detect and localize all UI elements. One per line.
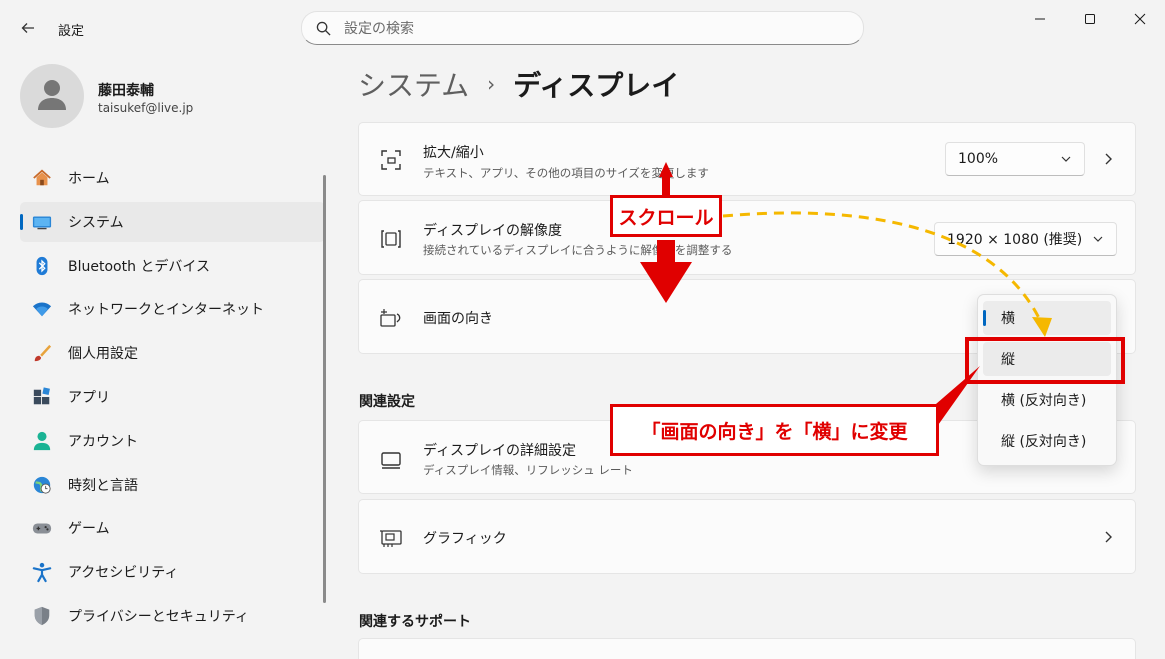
dashed-curved-arrow [722, 211, 1042, 321]
scroll-callout: スクロール [610, 195, 722, 237]
scroll-down-arrow [640, 240, 692, 303]
instruction-callout: 「画面の向き」を「横」に変更 [610, 404, 939, 456]
settings-window: 設定 設定の検索 藤田泰輔 taisukef@live.jp ホーム システム … [0, 0, 1165, 659]
scroll-up-arrow [659, 162, 673, 198]
scroll-callout-label: スクロール [618, 206, 714, 229]
instruction-callout-label: 「画面の向き」を「横」に変更 [641, 420, 908, 443]
highlight-portrait-option [965, 337, 1125, 384]
dashed-arrow-head [1032, 317, 1052, 337]
annotation-overlay [640, 162, 1052, 428]
